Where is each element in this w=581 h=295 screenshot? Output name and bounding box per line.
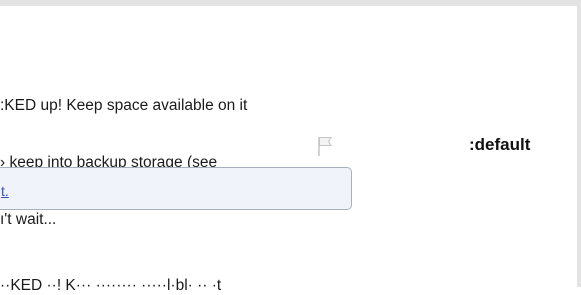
url-field[interactable]: t. [0, 167, 352, 210]
top-border [0, 0, 581, 6]
url-field-value[interactable]: t. [1, 183, 9, 199]
default-label: :default [469, 135, 531, 154]
right-border [577, 0, 581, 287]
message-line-1: :KED up! Keep space available on it [0, 97, 248, 114]
message-line-3: ı't wait... [0, 211, 57, 228]
cut-off-message: ··KED ··! K··· ········ ·····l·bl· ·· ·t [0, 277, 222, 294]
flag-icon[interactable] [316, 135, 336, 157]
page-frame: :KED up! Keep space available on it › ke… [0, 0, 581, 294]
backup-warning-message: :KED up! Keep space available on it › ke… [0, 58, 330, 267]
